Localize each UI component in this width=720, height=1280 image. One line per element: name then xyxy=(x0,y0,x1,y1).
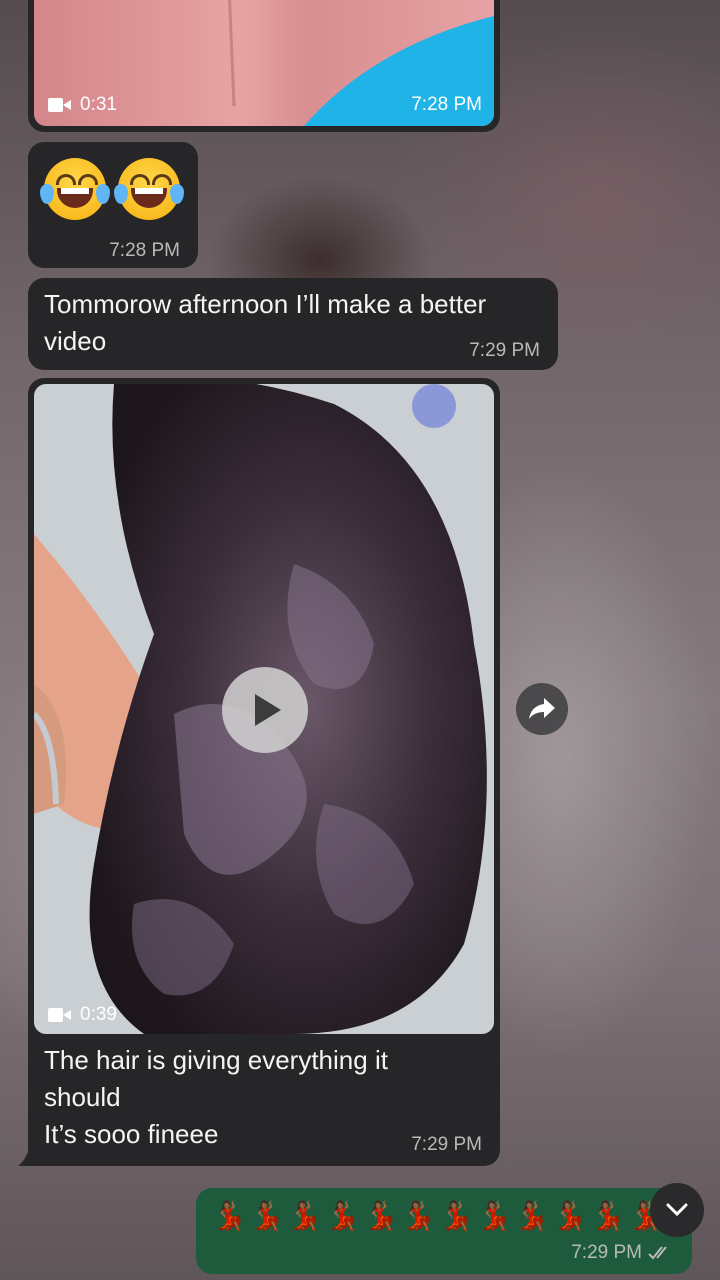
video-caption: The hair is giving everything it should … xyxy=(44,1045,388,1149)
bubble-tail xyxy=(18,1146,36,1166)
forward-arrow-icon xyxy=(529,698,555,719)
dancer-emojis: 💃🏾💃🏾💃🏾💃🏾💃🏾💃🏾💃🏾💃🏾💃🏾💃🏾💃🏾💃🏾💃🏾 xyxy=(212,1200,664,1231)
chevron-down-icon xyxy=(666,1203,688,1217)
video-duration-label: 0:31 xyxy=(80,94,117,115)
video-message-main[interactable]: 0:39 The hair is giving everything it sh… xyxy=(28,378,500,1166)
video-duration-main: 0:39 xyxy=(48,1004,117,1026)
message-time: 7:29 PM xyxy=(571,1242,674,1264)
play-button[interactable] xyxy=(222,667,308,753)
forward-button[interactable] xyxy=(516,683,568,735)
message-time: 7:28 PM xyxy=(109,240,180,261)
message-time: 7:28 PM xyxy=(411,94,482,115)
video-duration-label: 0:39 xyxy=(80,1004,117,1025)
tears-of-joy-emoji xyxy=(114,158,184,220)
emoji-message[interactable]: 7:28 PM xyxy=(28,142,198,268)
double-check-icon xyxy=(648,1246,667,1260)
video-message-top[interactable]: 0:31 7:28 PM xyxy=(28,0,500,132)
message-time-label: 7:29 PM xyxy=(571,1242,642,1263)
video-camera-icon xyxy=(48,1008,72,1022)
video-thumbnail-top[interactable]: 0:31 7:28 PM xyxy=(34,0,494,126)
video-duration-top: 0:31 xyxy=(48,94,117,116)
outgoing-message[interactable]: 💃🏾💃🏾💃🏾💃🏾💃🏾💃🏾💃🏾💃🏾💃🏾💃🏾💃🏾💃🏾💃🏾 7:29 PM xyxy=(196,1188,692,1274)
tears-of-joy-emoji xyxy=(40,158,110,220)
scroll-to-bottom-button[interactable] xyxy=(650,1183,704,1237)
video-camera-icon xyxy=(48,98,72,112)
message-time: 7:29 PM xyxy=(469,340,540,361)
text-message[interactable]: Tommorow afternoon I’ll make a better vi… xyxy=(28,278,558,370)
message-time: 7:29 PM xyxy=(411,1134,482,1155)
